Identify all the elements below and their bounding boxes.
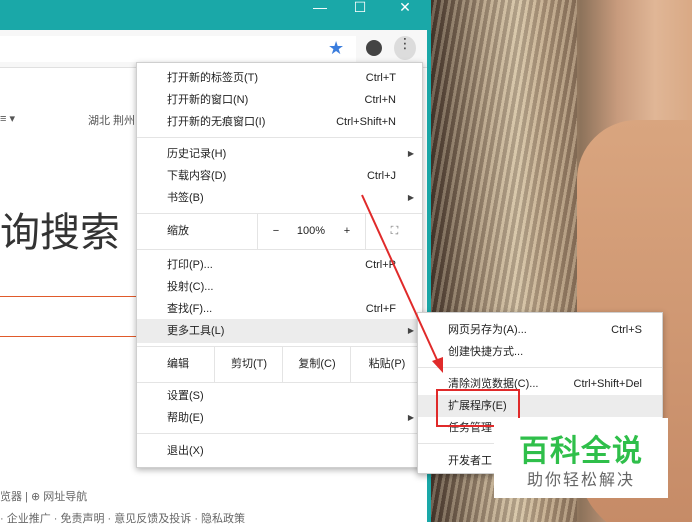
watermark-title: 百科全说 <box>519 434 643 469</box>
watermark: 百科全说 助你轻松解决 <box>494 418 668 498</box>
watermark-subtitle: 助你轻松解决 <box>526 472 635 489</box>
